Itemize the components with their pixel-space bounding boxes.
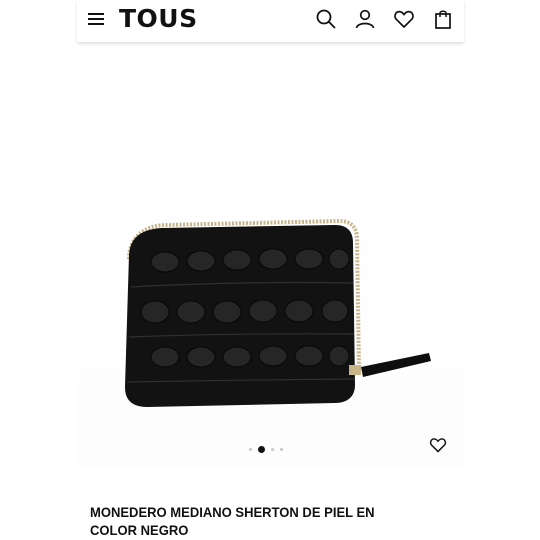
gallery-dot[interactable] <box>271 447 274 451</box>
shopping-bag-icon[interactable] <box>432 8 454 30</box>
account-icon[interactable] <box>354 8 376 30</box>
gallery-dot-active[interactable] <box>258 445 265 453</box>
heart-icon[interactable] <box>393 8 415 30</box>
gallery-dot[interactable] <box>280 447 283 451</box>
product-image-area[interactable] <box>77 42 464 467</box>
search-icon[interactable] <box>315 8 337 30</box>
product-page: TOUS MONEDERO MEDIANO SHERTON DE PIEL EN… <box>77 0 464 540</box>
site-header: TOUS <box>77 0 464 42</box>
add-to-wishlist-heart-icon[interactable] <box>429 436 447 454</box>
gallery-pagination <box>249 445 283 453</box>
product-image-wallet <box>125 218 431 407</box>
menu-icon[interactable] <box>88 12 104 26</box>
gallery-dot[interactable] <box>249 447 252 451</box>
brand-logo[interactable]: TOUS <box>119 4 198 33</box>
product-title: MONEDERO MEDIANO SHERTON DE PIEL EN COLO… <box>90 504 375 538</box>
